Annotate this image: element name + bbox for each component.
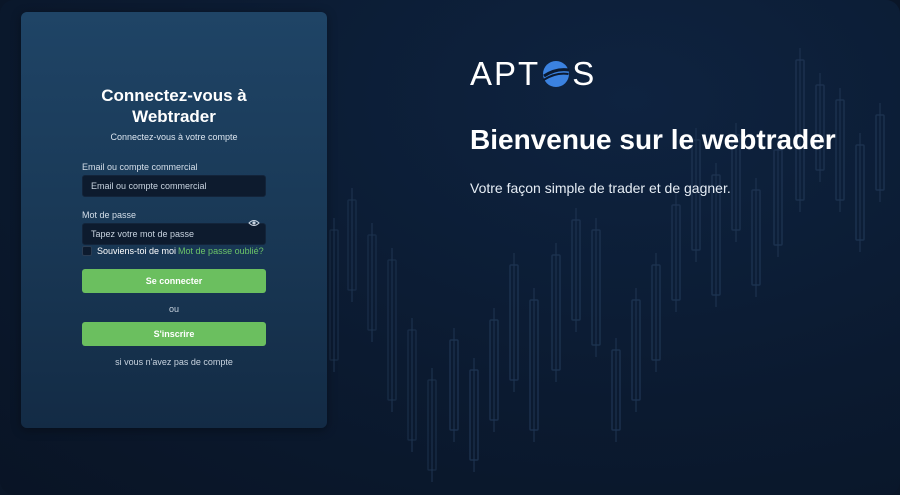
email-label: Email ou compte commercial xyxy=(82,162,198,172)
remember-checkbox[interactable] xyxy=(82,246,92,256)
remember-row: Souviens-toi de moi Mot de passe oublié? xyxy=(82,245,264,257)
password-input[interactable] xyxy=(82,223,266,245)
email-input[interactable] xyxy=(82,175,266,197)
no-account-text: si vous n'avez pas de compte xyxy=(115,357,233,367)
login-title: Connectez-vous à Webtrader xyxy=(21,85,327,127)
welcome-heading: Bienvenue sur le webtrader xyxy=(470,124,836,155)
login-button[interactable]: Se connecter xyxy=(82,269,266,293)
password-label: Mot de passe xyxy=(82,210,137,220)
eye-icon[interactable] xyxy=(248,218,260,228)
register-button[interactable]: S'inscrire xyxy=(82,322,266,346)
forgot-password-link[interactable]: Mot de passe oublié? xyxy=(178,246,264,256)
remember-label: Souviens-toi de moi xyxy=(97,246,177,256)
login-title-line2: Webtrader xyxy=(132,107,216,126)
login-panel: Connectez-vous à Webtrader Connectez-vou… xyxy=(21,12,327,428)
or-separator: ou xyxy=(168,304,179,314)
login-subtitle: Connectez-vous à votre compte xyxy=(110,132,238,142)
brand-logo: APT S xyxy=(470,55,597,92)
app-frame: Connectez-vous à Webtrader Connectez-vou… xyxy=(0,0,900,495)
brand-text-left: APT xyxy=(470,55,541,92)
tagline: Votre façon simple de trader et de gagne… xyxy=(470,180,731,196)
brand-text-right: S xyxy=(572,55,597,92)
login-title-line1: Connectez-vous à xyxy=(101,86,247,105)
logo-globe-icon xyxy=(543,61,570,87)
